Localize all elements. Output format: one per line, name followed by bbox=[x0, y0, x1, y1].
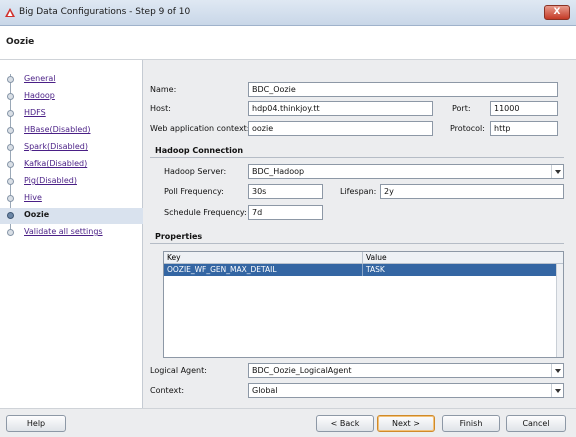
next-button[interactable]: Next > bbox=[377, 415, 435, 432]
hadoop-connection-title: Hadoop Connection bbox=[155, 146, 244, 155]
hadoop-connection-divider bbox=[150, 157, 564, 158]
step-item[interactable]: Pig(Disabled) bbox=[0, 174, 143, 190]
step-marker-icon bbox=[7, 229, 14, 236]
properties-scrollbar[interactable] bbox=[556, 264, 563, 357]
properties-table-header: Key Value bbox=[164, 252, 563, 264]
chevron-down-icon[interactable] bbox=[551, 165, 563, 178]
step-item[interactable]: Oozie bbox=[0, 208, 143, 224]
table-row[interactable]: OOZIE_WF_GEN_MAX_DETAIL TASK bbox=[164, 264, 556, 276]
step-item[interactable]: Hive bbox=[0, 191, 143, 207]
poll-frequency-field[interactable]: 30s bbox=[248, 184, 323, 199]
step-marker-icon bbox=[7, 195, 14, 202]
column-divider bbox=[362, 264, 363, 276]
step-item-label: Validate all settings bbox=[24, 227, 103, 236]
back-button[interactable]: < Back bbox=[316, 415, 374, 432]
step-item-label: Oozie bbox=[24, 210, 50, 219]
lifespan-label: Lifespan: bbox=[340, 187, 377, 196]
step-item-label: General bbox=[24, 74, 56, 83]
name-label: Name: bbox=[150, 85, 177, 94]
step-marker-icon bbox=[7, 161, 14, 168]
window-title: Big Data Configurations - Step 9 of 10 bbox=[19, 7, 191, 17]
web-context-field[interactable]: oozie bbox=[248, 121, 433, 136]
name-field[interactable]: BDC_Oozie bbox=[248, 82, 558, 97]
column-divider bbox=[362, 252, 363, 264]
logical-agent-value: BDC_Oozie_LogicalAgent bbox=[252, 366, 352, 375]
step-item-label: HDFS bbox=[24, 108, 46, 117]
column-header-key[interactable]: Key bbox=[167, 253, 181, 262]
step-item[interactable]: Validate all settings bbox=[0, 225, 143, 241]
port-label: Port: bbox=[452, 104, 471, 113]
step-marker-icon bbox=[7, 76, 14, 83]
logical-agent-select[interactable]: BDC_Oozie_LogicalAgent bbox=[248, 363, 564, 378]
step-item[interactable]: Spark(Disabled) bbox=[0, 140, 143, 156]
help-button[interactable]: Help bbox=[6, 415, 66, 432]
port-field[interactable]: 11000 bbox=[490, 101, 558, 116]
hadoop-server-select[interactable]: BDC_Hadoop bbox=[248, 164, 564, 179]
page-title: Oozie bbox=[6, 37, 35, 47]
lifespan-field[interactable]: 2y bbox=[380, 184, 564, 199]
host-label: Host: bbox=[150, 104, 171, 113]
web-context-label: Web application context: bbox=[150, 124, 250, 133]
property-value-cell[interactable]: TASK bbox=[366, 265, 385, 274]
step-item[interactable]: HBase(Disabled) bbox=[0, 123, 143, 139]
column-header-value[interactable]: Value bbox=[366, 253, 387, 262]
host-field[interactable]: hdp04.thinkjoy.tt bbox=[248, 101, 433, 116]
chevron-down-icon[interactable] bbox=[551, 364, 563, 377]
step-item[interactable]: Kafka(Disabled) bbox=[0, 157, 143, 173]
step-item-label: Hive bbox=[24, 193, 42, 202]
step-marker-icon bbox=[7, 93, 14, 100]
step-item-label: Spark(Disabled) bbox=[24, 142, 88, 151]
poll-frequency-label: Poll Frequency: bbox=[164, 187, 224, 196]
step-marker-icon bbox=[7, 212, 14, 219]
step-item-label: HBase(Disabled) bbox=[24, 125, 91, 134]
protocol-field[interactable]: http bbox=[490, 121, 558, 136]
finish-button[interactable]: Finish bbox=[442, 415, 500, 432]
properties-divider bbox=[150, 243, 564, 244]
context-value: Global bbox=[252, 386, 278, 395]
property-key-cell[interactable]: OOZIE_WF_GEN_MAX_DETAIL bbox=[167, 265, 277, 274]
step-item[interactable]: HDFS bbox=[0, 106, 143, 122]
logical-agent-label: Logical Agent: bbox=[150, 366, 207, 375]
protocol-label: Protocol: bbox=[450, 124, 485, 133]
step-item[interactable]: General bbox=[0, 72, 143, 88]
step-marker-icon bbox=[7, 144, 14, 151]
schedule-frequency-label: Schedule Frequency: bbox=[164, 208, 247, 217]
properties-title: Properties bbox=[155, 232, 203, 241]
footer-divider bbox=[0, 408, 576, 409]
cancel-button[interactable]: Cancel bbox=[506, 415, 566, 432]
step-item-label: Kafka(Disabled) bbox=[24, 159, 88, 168]
context-label: Context: bbox=[150, 386, 185, 395]
schedule-frequency-field[interactable]: 7d bbox=[248, 205, 323, 220]
step-item-label: Pig(Disabled) bbox=[24, 176, 77, 185]
page-header bbox=[0, 26, 576, 60]
step-item[interactable]: Hadoop bbox=[0, 89, 143, 105]
step-item-label: Hadoop bbox=[24, 91, 55, 100]
hadoop-server-value: BDC_Hadoop bbox=[252, 167, 305, 176]
context-select[interactable]: Global bbox=[248, 383, 564, 398]
chevron-down-icon[interactable] bbox=[551, 384, 563, 397]
app-logo-icon bbox=[5, 8, 15, 17]
hadoop-server-label: Hadoop Server: bbox=[164, 167, 227, 176]
close-button[interactable]: X bbox=[544, 5, 570, 20]
step-marker-icon bbox=[7, 127, 14, 134]
step-marker-icon bbox=[7, 178, 14, 185]
step-marker-icon bbox=[7, 110, 14, 117]
